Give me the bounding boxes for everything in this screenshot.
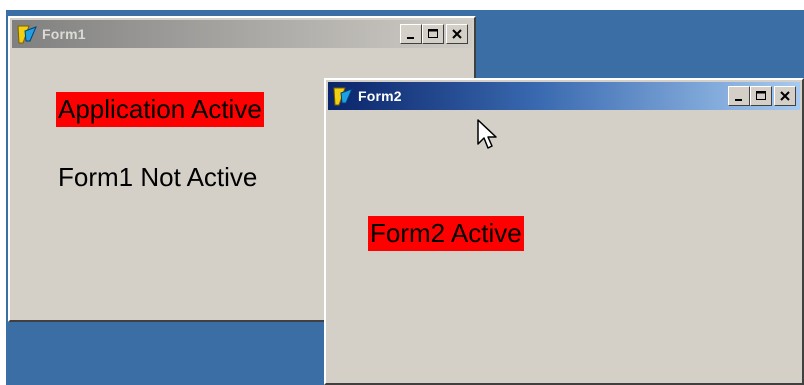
- form1-title: Form1: [42, 26, 86, 42]
- application-active-label: Application Active: [56, 92, 264, 127]
- minimize-icon: [735, 99, 742, 101]
- form2-client-area: Form2 Active: [328, 112, 800, 381]
- close-icon: [452, 29, 462, 39]
- form2-caption-buttons: [728, 86, 796, 106]
- minimize-button[interactable]: [728, 86, 750, 106]
- app-icon[interactable]: [330, 84, 356, 108]
- app-icon[interactable]: [14, 22, 40, 46]
- form1-titlebar[interactable]: Form1: [12, 20, 472, 48]
- form2-title: Form2: [358, 88, 402, 104]
- form1-caption-buttons: [400, 24, 468, 44]
- form2-titlebar[interactable]: Form2: [328, 82, 800, 110]
- close-button[interactable]: [446, 24, 468, 44]
- form1-status-label: Form1 Not Active: [58, 162, 258, 192]
- form2-status-label: Form2 Active: [368, 216, 524, 251]
- mouse-pointer-icon: [477, 119, 497, 149]
- maximize-button[interactable]: [422, 24, 444, 44]
- maximize-icon: [756, 91, 766, 100]
- minimize-icon: [407, 37, 414, 39]
- close-icon: [780, 91, 790, 101]
- maximize-button[interactable]: [750, 86, 772, 106]
- minimize-button[interactable]: [400, 24, 422, 44]
- form2-window[interactable]: Form2 Form2 Active: [324, 78, 804, 385]
- close-button[interactable]: [774, 86, 796, 106]
- maximize-icon: [428, 29, 438, 38]
